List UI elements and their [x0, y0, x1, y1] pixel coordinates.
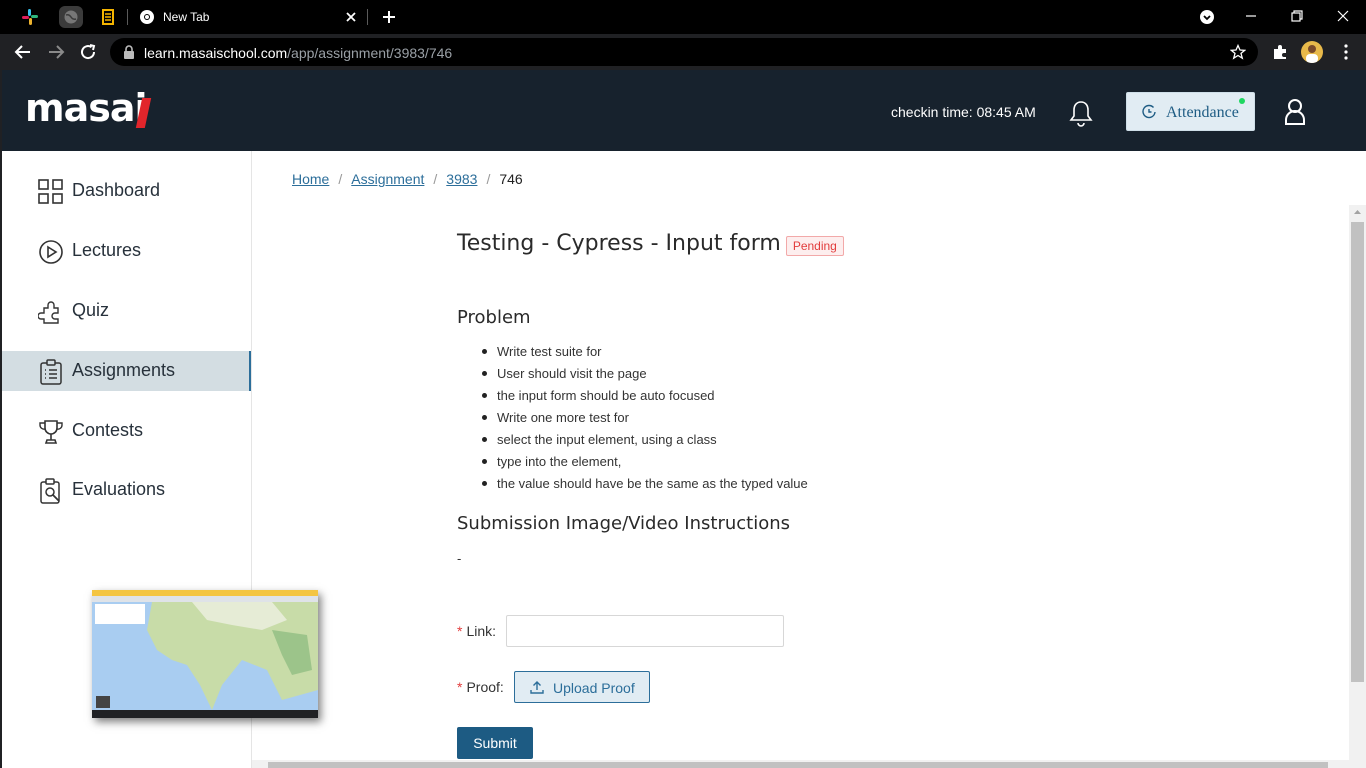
url-text[interactable]: learn.masaischool.com/app/assignment/398…	[144, 45, 452, 61]
sidebar-item-lectures[interactable]: Lectures	[0, 231, 251, 271]
sidebar-item-label: Lectures	[72, 240, 142, 260]
extensions-puzzle-icon[interactable]	[1271, 43, 1289, 61]
list-item: type into the element,	[482, 453, 808, 475]
problem-heading: Problem	[457, 307, 531, 328]
status-badge: Pending	[785, 235, 844, 256]
problem-list: Write test suite for User should visit t…	[482, 343, 808, 497]
profile-avatar[interactable]	[1301, 41, 1323, 63]
attendance-button[interactable]: Attendance	[1126, 92, 1255, 131]
reload-icon[interactable]	[79, 43, 97, 61]
link-input[interactable]	[506, 615, 784, 647]
lock-icon[interactable]	[123, 45, 135, 59]
sidebar-item-evaluations[interactable]: Evaluations	[0, 470, 251, 510]
globe-tab-icon[interactable]	[59, 6, 83, 28]
breadcrumb-separator: /	[486, 171, 491, 187]
page-title: Testing - Cypress - Input form	[457, 231, 781, 256]
window-restore-icon[interactable]	[1289, 8, 1305, 24]
sidebar-item-quiz[interactable]: Quiz	[0, 291, 251, 331]
tab-separator	[127, 9, 128, 25]
tab-search-icon[interactable]	[1199, 9, 1215, 25]
clock-icon	[1141, 104, 1157, 120]
play-circle-icon	[38, 239, 64, 265]
breadcrumb-separator: /	[338, 171, 343, 187]
upload-icon	[530, 680, 544, 694]
sidebar-item-contests[interactable]: Contests	[0, 411, 251, 451]
clipboard-list-icon	[38, 359, 64, 385]
horizontal-scrollbar-thumb[interactable]	[268, 762, 1328, 768]
user-profile-icon[interactable]	[1283, 98, 1307, 126]
list-item: select the input element, using a class	[482, 431, 808, 453]
list-item: the input form should be auto focused	[482, 387, 808, 409]
vertical-scrollbar-thumb[interactable]	[1351, 222, 1364, 682]
screenshot-preview-thumbnail[interactable]	[92, 590, 318, 718]
instructions-text: -	[457, 551, 462, 566]
horizontal-scrollbar[interactable]	[252, 760, 1349, 768]
sidebar-item-label: Evaluations	[72, 479, 166, 499]
list-item: Write test suite for	[482, 343, 808, 365]
sidebar-item-assignments[interactable]: Assignments	[0, 351, 251, 391]
vertical-scrollbar[interactable]	[1349, 205, 1366, 768]
sidebar-item-label: Contests	[72, 420, 144, 440]
kebab-menu-icon[interactable]	[1343, 43, 1349, 61]
sidebar-item-dashboard[interactable]: Dashboard	[0, 171, 251, 211]
breadcrumb-link-assignment[interactable]: Assignment	[351, 171, 424, 187]
browser-tab-bar: New Tab	[0, 0, 1366, 34]
sidebar-item-label: Assignments	[72, 360, 176, 380]
url-path: /app/assignment/3983/746	[287, 45, 453, 61]
proof-label-text: Proof	[466, 679, 500, 695]
slack-tab-icon[interactable]	[21, 8, 39, 26]
browser-toolbar: learn.masaischool.com/app/assignment/398…	[0, 34, 1366, 70]
breadcrumb-link-home[interactable]: Home	[292, 171, 329, 187]
submit-button[interactable]: Submit	[457, 727, 533, 759]
list-item: the value should have be the same as the…	[482, 475, 808, 497]
window-minimize-icon[interactable]	[1243, 8, 1259, 24]
assignment-title-row: Testing - Cypress - Input form Pending	[457, 231, 844, 256]
link-label-text: Link	[466, 623, 493, 639]
window-edge	[0, 70, 2, 768]
window-close-icon[interactable]	[1335, 8, 1351, 24]
breadcrumb-link-course[interactable]: 3983	[446, 171, 477, 187]
masai-logo[interactable]: masai	[25, 86, 148, 130]
bookmark-star-icon[interactable]	[1230, 44, 1246, 60]
grid-icon	[38, 179, 64, 205]
link-field-label: * Link:	[457, 623, 497, 639]
trophy-icon	[38, 419, 64, 445]
clipboard-search-icon	[38, 478, 64, 504]
scroll-up-arrow-icon[interactable]	[1349, 205, 1366, 219]
notification-bell-icon[interactable]	[1068, 99, 1094, 127]
required-marker: *	[457, 679, 463, 695]
list-item: Write one more test for	[482, 409, 808, 431]
back-arrow-icon[interactable]	[14, 43, 32, 61]
chrome-favicon-icon	[139, 9, 155, 25]
required-marker: *	[457, 623, 463, 639]
active-tab-title[interactable]: New Tab	[163, 10, 209, 24]
address-bar[interactable]: learn.masaischool.com/app/assignment/398…	[110, 38, 1258, 66]
checkin-time: checkin time: 08:45 AM	[891, 104, 1036, 120]
puzzle-icon	[38, 299, 64, 325]
upload-proof-button[interactable]: Upload Proof	[514, 671, 650, 703]
sidebar-item-label: Quiz	[72, 300, 110, 320]
breadcrumb: Home / Assignment / 3983 / 746	[292, 171, 523, 187]
upload-proof-label: Upload Proof	[553, 680, 635, 696]
attendance-status-dot	[1239, 98, 1245, 104]
tab-separator	[367, 9, 368, 25]
attendance-label: Attendance	[1166, 104, 1239, 121]
instructions-heading: Submission Image/Video Instructions	[457, 513, 790, 534]
url-domain: learn.masaischool.com	[144, 45, 288, 61]
new-tab-plus-icon[interactable]	[380, 8, 398, 26]
breadcrumb-separator: /	[433, 171, 438, 187]
breadcrumb-current: 746	[499, 171, 523, 187]
proof-field-label: * Proof:	[457, 679, 504, 695]
document-tab-icon[interactable]	[99, 8, 117, 26]
app-header: masai checkin time: 08:45 AM Attendance	[0, 70, 1366, 151]
list-item: User should visit the page	[482, 365, 808, 387]
tab-close-icon[interactable]	[343, 9, 359, 25]
forward-arrow-icon[interactable]	[47, 43, 65, 61]
sidebar-item-label: Dashboard	[72, 180, 161, 200]
